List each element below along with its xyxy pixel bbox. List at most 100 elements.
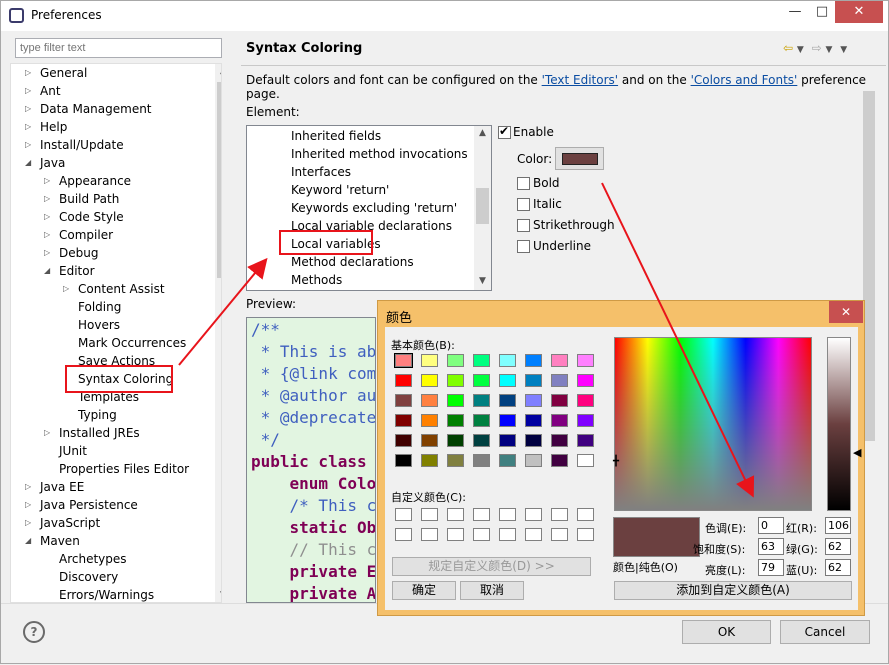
basic-color-swatch[interactable] [421,394,438,407]
basic-color-swatch[interactable] [447,354,464,367]
basic-color-swatch[interactable] [395,414,412,427]
tree-item[interactable]: JavaScript [40,514,100,532]
collapsed-icon[interactable]: ▷ [25,122,35,131]
scroll-down-icon[interactable]: ▼ [215,590,221,600]
tree-item[interactable]: Folding [78,298,121,316]
basic-color-swatch[interactable] [473,434,490,447]
basic-color-swatch[interactable] [447,374,464,387]
expanded-icon[interactable]: ◢ [44,266,54,275]
basic-color-swatch[interactable] [395,434,412,447]
custom-color-swatch[interactable] [473,528,490,541]
expanded-icon[interactable]: ◢ [25,536,35,545]
tree-item[interactable]: Properties Files Editor [59,460,189,478]
tree-item[interactable]: Discovery [59,568,118,586]
cancel-button[interactable]: Cancel [780,620,870,644]
basic-color-swatch[interactable] [499,394,516,407]
tree-item[interactable]: Ant [40,82,61,100]
tree-item[interactable]: Java [40,154,65,172]
tree-scrollbar-thumb[interactable] [217,82,221,278]
tree-item[interactable]: Content Assist [78,280,165,298]
basic-color-swatch[interactable] [577,354,594,367]
collapsed-icon[interactable]: ▷ [44,428,54,437]
italic-checkbox[interactable] [517,198,530,211]
basic-color-swatch[interactable] [447,454,464,467]
saturation-input[interactable]: 63 [758,538,784,555]
collapsed-icon[interactable]: ▷ [25,500,35,509]
custom-color-swatch[interactable] [473,508,490,521]
red-input[interactable]: 106 [825,517,851,534]
basic-color-swatch[interactable] [447,414,464,427]
basic-color-swatch[interactable] [395,394,412,407]
collapsed-icon[interactable]: ▷ [25,482,35,491]
tree-item[interactable]: Compiler [59,226,113,244]
back-arrow-icon[interactable]: ⇦ [783,41,793,55]
basic-color-swatch[interactable] [551,394,568,407]
tree-item[interactable]: Install/Update [40,136,124,154]
help-icon[interactable]: ? [23,621,45,643]
basic-color-swatch[interactable] [525,434,542,447]
color-dialog-close-icon[interactable]: ✕ [829,301,863,323]
basic-color-swatch[interactable] [447,394,464,407]
basic-color-swatch[interactable] [577,434,594,447]
basic-color-swatch[interactable] [577,454,594,467]
back-menu-icon[interactable]: ▼ [797,45,804,55]
custom-color-swatch[interactable] [447,508,464,521]
basic-color-swatch[interactable] [473,454,490,467]
enable-checkbox[interactable] [498,124,511,139]
forward-menu-icon[interactable]: ▼ [826,45,833,55]
custom-color-swatch[interactable] [551,528,568,541]
strikethrough-checkbox[interactable] [517,219,530,232]
tree-item[interactable]: Help [40,118,67,136]
tree-item[interactable]: Java Persistence [40,496,138,514]
custom-color-swatch[interactable] [395,508,412,521]
basic-color-swatch[interactable] [525,394,542,407]
minimize-button[interactable]: — [781,1,809,23]
tree-item[interactable]: General [40,64,87,82]
element-item[interactable]: Interfaces [291,163,351,181]
element-item[interactable]: Keywords excluding 'return' [291,199,457,217]
tree-item[interactable]: Debug [59,244,98,262]
color-button[interactable] [555,147,604,170]
element-item[interactable]: Keyword 'return' [291,181,389,199]
color-spectrum[interactable] [614,337,812,511]
color-ok-button[interactable]: 确定 [392,581,456,600]
basic-color-swatch[interactable] [421,414,438,427]
luminance-input[interactable]: 79 [758,559,784,576]
basic-color-swatch[interactable] [421,434,438,447]
custom-color-swatch[interactable] [525,508,542,521]
custom-color-swatch[interactable] [551,508,568,521]
text-editors-link[interactable]: 'Text Editors' [542,73,618,87]
element-scrollbar-thumb[interactable] [476,188,489,224]
collapsed-icon[interactable]: ▷ [44,230,54,239]
element-item[interactable]: Inherited fields [291,127,381,145]
tree-item[interactable]: Installed JREs [59,424,140,442]
basic-color-swatch[interactable] [551,354,568,367]
basic-color-swatch[interactable] [577,414,594,427]
collapsed-icon[interactable]: ▷ [25,68,35,77]
collapsed-icon[interactable]: ▷ [63,284,73,293]
scroll-up-icon[interactable]: ▲ [215,66,221,76]
bold-checkbox[interactable] [517,177,530,190]
custom-color-swatch[interactable] [421,508,438,521]
scroll-up-icon[interactable]: ▲ [474,128,491,138]
collapsed-icon[interactable]: ▷ [44,176,54,185]
scroll-down-icon[interactable]: ▼ [474,276,491,286]
basic-color-swatch[interactable] [577,394,594,407]
luminance-arrow-icon[interactable]: ◀ [853,446,861,459]
custom-color-swatch[interactable] [395,528,412,541]
tree-item[interactable]: JUnit [59,442,87,460]
blue-input[interactable]: 62 [825,559,851,576]
basic-color-swatch[interactable] [421,374,438,387]
basic-color-swatch[interactable] [395,374,412,387]
collapsed-icon[interactable]: ▷ [25,104,35,113]
custom-color-swatch[interactable] [421,528,438,541]
underline-checkbox[interactable] [517,240,530,253]
basic-color-swatch[interactable] [551,414,568,427]
tree-item[interactable]: Appearance [59,172,131,190]
basic-color-swatch[interactable] [473,374,490,387]
basic-color-swatch[interactable] [499,414,516,427]
tree-item[interactable]: Editor [59,262,95,280]
collapsed-icon[interactable]: ▷ [25,140,35,149]
basic-color-swatch[interactable] [395,454,412,467]
custom-color-swatch[interactable] [447,528,464,541]
